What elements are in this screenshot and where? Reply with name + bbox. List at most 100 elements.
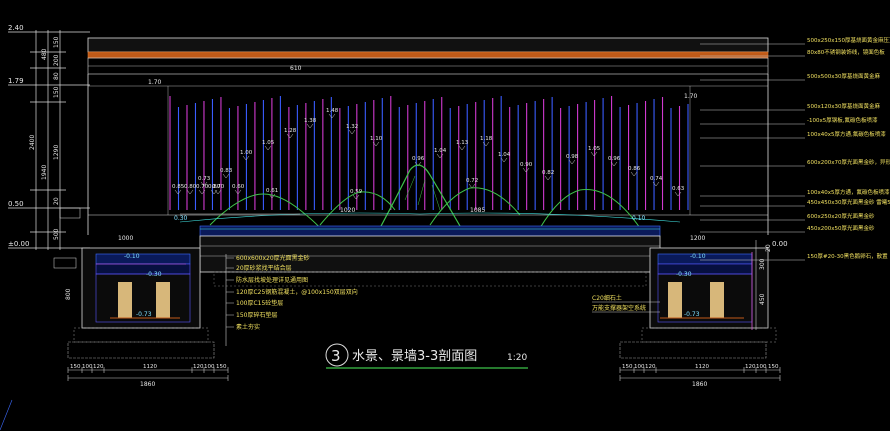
stick-label: 1.32 [346,124,358,130]
lp-level-0-10: -0.10 [124,253,140,260]
annotation: 600x200x70厚光面黑金砂，异形加工 [807,158,890,166]
rp-level-0-10: -0.10 [690,253,706,260]
stick-label: 1.05 [262,140,275,146]
stick-label: 1.04 [434,148,447,154]
note-3: 防水层找坡处理详见通用图 [236,276,308,284]
note-4: 120厚C25钢筋混凝土，@100x150双层双向 [236,288,358,296]
dim-label: 120 [645,364,656,370]
stick-label: 0.86 [628,166,641,172]
dim-1000: 1000 [118,235,133,242]
elev-2-40: 2.40 [8,24,24,32]
stick-label: 1.05 [588,146,601,152]
rdim-300: 300 [759,258,766,270]
note-5: 100厚C15砼垫层 [236,299,283,307]
water-0-30: 0.30 [174,215,188,222]
dim-label: 150 [768,364,779,370]
dim-1085: 1085 [470,207,485,214]
stick-marker [306,123,314,129]
dim-label: 120 [193,364,204,370]
stick-label: 0.63 [672,186,685,192]
stick-marker [522,167,530,173]
title-scale: 1:20 [507,353,527,363]
dim-label: 100 [204,364,215,370]
stick-label: 1.18 [480,136,493,142]
stick-label: 0.70 [196,184,209,190]
rp-level-0-30: -0.30 [676,271,692,278]
annotation: 600x250x20厚光面黑金砂 [807,212,875,220]
dim-label: 100 [82,364,93,370]
note-7: 素土夯实 [236,323,260,331]
title-text: 水景、景墙3-3剖面图 [352,349,477,364]
stick-label: 0.98 [566,154,579,160]
stick-marker [630,171,638,177]
note-2: 20厚砂浆找平结合层 [236,264,292,272]
note-1: 600x600x20厚光面黑金砂 [236,254,310,262]
note-6: 150厚碎石垫层 [236,311,277,319]
stick-label: 1.04 [498,152,511,158]
rnote-1: C20细石土 [592,294,622,302]
stick-marker [352,194,360,200]
stick-marker [286,133,294,139]
stick-marker [590,151,598,157]
annotation: 500x250x150厚基烧面黄金麻压顶 [807,36,890,44]
dim-200: 200 [53,54,60,66]
dim-1290: 1290 [53,145,60,160]
dim-1200: 1200 [690,235,705,242]
water-0-10: 0.10 [632,215,646,222]
stick-label: 1.48 [326,108,339,114]
annotation: 450x200x50厚光面黑金砂 [807,224,875,232]
title-number: 3 [331,347,341,365]
dim-150b: 150 [53,86,60,98]
stick-label: 0.72 [466,178,478,184]
dim-80: 80 [53,72,60,80]
stick-label: 1.38 [304,118,317,124]
wall-coping: 610 [87,37,769,75]
wall-body: 1.70 1.70 [87,74,769,235]
stick-label: 0.60 [232,184,245,190]
dim-label: 120 [745,364,756,370]
stick-label: 1.13 [456,140,469,146]
stick-marker [568,159,576,165]
stick-marker [674,191,682,197]
stick-label: 0.96 [608,156,621,162]
stick-marker [348,129,356,135]
dim-label: 150 [622,364,633,370]
elev-1-79: 1.79 [8,77,24,85]
right-pool: -0.10 -0.30 -0.73 0.00 [641,240,788,343]
annotation: 100x40x5厚方通，氟碳色板喷漆 [807,188,890,196]
total-right: 1860 [692,381,707,388]
dim-label: 100 [756,364,767,370]
rp-level-0-73: -0.73 [684,311,700,318]
left-ruler: 2.40 1.79 0.50 ±0.00 480 150 200 80 150 … [8,24,90,250]
stick-marker [214,189,222,195]
right-annotations: 500x250x150厚基烧面黄金麻压顶 80x80不锈钢装饰线，镜面色板 500x… [700,36,890,261]
stick-label: 0.96 [412,156,425,162]
elev-0-00: ±0.00 [8,240,29,248]
stick-marker [210,189,218,195]
rnote-2: 万能支撑器架空系统 [592,304,646,312]
stick-marker [222,173,230,179]
dim-label: 100 [634,364,645,370]
section-drawing: 2.40 1.79 0.50 ±0.00 480 150 200 80 150 … [0,24,890,431]
stick-label: 1.10 [370,136,383,142]
annotation: 80x80不锈钢装饰线，镜面色板 [807,48,885,56]
elev-0-50: 0.50 [8,200,24,208]
stick-label: 1.28 [284,128,297,134]
left-pool: -0.10 -0.30 -0.73 800 [65,247,209,343]
stick-marker [264,145,272,151]
stick-label: 0.83 [220,168,233,174]
dim-500: 500 [53,228,60,240]
dim-label: 120 [93,364,104,370]
stick-label: 1.00 [240,150,253,156]
stick-marker [500,157,508,163]
stick-label: 0.70 [212,184,225,190]
lp-level-0-30: -0.30 [146,271,162,278]
stick-label: 0.90 [520,162,533,168]
dim-label: 1120 [695,364,709,370]
lp-level-0-73: -0.73 [136,311,152,318]
dim-480: 480 [41,48,48,60]
annotation: -100x5厚钢板,氟碳色板喷漆 [807,116,878,124]
lp-depth-800: 800 [65,288,72,300]
stick-marker [458,145,466,151]
stick-label: 0.82 [542,170,554,176]
